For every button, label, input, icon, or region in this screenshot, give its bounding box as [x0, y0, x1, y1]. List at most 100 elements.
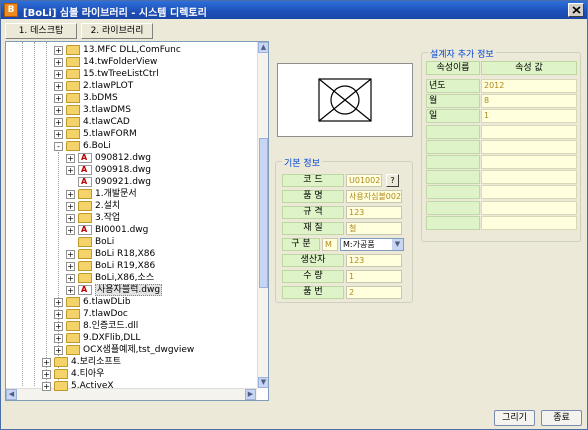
expand-icon[interactable]: +: [54, 310, 63, 319]
tree-item-folder[interactable]: +2.tlawPLOT: [6, 80, 256, 92]
tab-library[interactable]: 2. 라이브러리: [81, 23, 153, 39]
qty-field[interactable]: 1: [346, 270, 402, 283]
expand-icon[interactable]: +: [66, 274, 75, 283]
close-button[interactable]: [568, 3, 584, 17]
tree-item-folder[interactable]: +4.티아우: [6, 368, 256, 380]
tree-item-drawing[interactable]: 090921.dwg: [6, 176, 256, 188]
expand-icon[interactable]: +: [66, 262, 75, 271]
expand-icon[interactable]: +: [66, 154, 75, 163]
tree-item-folder[interactable]: +4.tlawCAD: [6, 116, 256, 128]
class-select[interactable]: M:가공품 ▼: [340, 238, 404, 251]
scroll-down-button[interactable]: ▼: [258, 377, 268, 388]
expand-icon[interactable]: +: [54, 46, 63, 55]
property-value-cell[interactable]: [481, 139, 577, 154]
collapse-icon[interactable]: -: [54, 142, 63, 151]
tree-item-folder[interactable]: +15.twTreeListCtrl: [6, 68, 256, 80]
exit-button[interactable]: 종료: [541, 410, 582, 426]
tree-item-folder[interactable]: +2.설치: [6, 200, 256, 212]
tree-item-label: OCX샘플예제,tst_dwgview: [83, 345, 195, 355]
expand-icon[interactable]: +: [54, 118, 63, 127]
property-value-cell[interactable]: 8: [481, 94, 577, 109]
property-value-cell[interactable]: [481, 200, 577, 215]
property-value-cell[interactable]: [481, 215, 577, 230]
expand-icon[interactable]: +: [54, 322, 63, 331]
property-name-cell[interactable]: 일: [426, 109, 480, 124]
tree-item-folder[interactable]: +13.MFC DLL,ComFunc: [6, 44, 256, 56]
tree-item-folder[interactable]: +14.twFolderView: [6, 56, 256, 68]
tree-item-folder[interactable]: +9.DXFlib,DLL: [6, 332, 256, 344]
expand-icon[interactable]: +: [54, 70, 63, 79]
tree-vertical-scrollbar[interactable]: ▲ ▼: [257, 42, 268, 388]
tree-item-drawing[interactable]: + BI0001.dwg: [6, 224, 256, 236]
class-code-field[interactable]: M: [322, 238, 338, 251]
property-value-cell[interactable]: 2012: [481, 79, 577, 93]
chevron-down-icon[interactable]: ▼: [392, 239, 403, 250]
expand-icon[interactable]: +: [54, 130, 63, 139]
material-field[interactable]: 철: [346, 222, 402, 235]
tree-item-folder[interactable]: +3.작업: [6, 212, 256, 224]
property-name-cell[interactable]: [426, 170, 480, 185]
tree-item-folder[interactable]: + BoLi R18,X86: [6, 248, 256, 260]
expand-icon[interactable]: +: [54, 298, 63, 307]
expand-icon[interactable]: +: [66, 190, 75, 199]
folder-icon: [66, 129, 80, 139]
expand-icon[interactable]: +: [54, 346, 63, 355]
code-field[interactable]: U01002: [346, 174, 382, 187]
property-name-cell[interactable]: [426, 139, 480, 154]
code-lookup-button[interactable]: ?: [386, 174, 399, 187]
tree-item-folder[interactable]: +3.bDMS: [6, 92, 256, 104]
tab-desktop[interactable]: 1. 데스크탑: [5, 23, 77, 39]
tree-item-folder[interactable]: + BoLi R19,X86: [6, 260, 256, 272]
expand-icon[interactable]: +: [54, 58, 63, 67]
tree-item-drawing[interactable]: + 사용자블럭.dwg: [6, 284, 256, 296]
expand-icon[interactable]: +: [66, 166, 75, 175]
expand-icon[interactable]: +: [54, 106, 63, 115]
tree-item-folder[interactable]: +1.개발문서: [6, 188, 256, 200]
expand-icon[interactable]: +: [66, 202, 75, 211]
tree-item-folder[interactable]: + OCX샘플예제,tst_dwgview: [6, 344, 256, 356]
property-value-cell[interactable]: [481, 155, 577, 169]
property-value-cell[interactable]: 1: [481, 109, 577, 124]
expand-icon[interactable]: +: [42, 358, 51, 367]
expand-icon[interactable]: +: [54, 94, 63, 103]
draw-button[interactable]: 그리기: [494, 410, 535, 426]
scroll-up-button[interactable]: ▲: [258, 42, 268, 53]
spec-field[interactable]: 123: [346, 206, 402, 219]
expand-icon[interactable]: +: [54, 82, 63, 91]
property-name-cell[interactable]: [426, 215, 480, 230]
tree-item-folder[interactable]: +6.tlawDLib: [6, 296, 256, 308]
property-name-cell[interactable]: [426, 124, 480, 139]
tree-item-folder[interactable]: +5.tlawFORM: [6, 128, 256, 140]
scroll-thumb[interactable]: [259, 138, 268, 288]
property-name-cell[interactable]: [426, 200, 480, 215]
tree-item-folder[interactable]: BoLi: [6, 236, 256, 248]
property-value-cell[interactable]: [481, 185, 577, 200]
title-bar[interactable]: B [BoLi] 심볼 라이브러리 - 시스템 디렉토리: [1, 1, 587, 19]
expand-icon[interactable]: +: [66, 226, 75, 235]
property-name-cell[interactable]: [426, 185, 480, 200]
expand-icon[interactable]: +: [42, 382, 51, 391]
property-name-cell[interactable]: 월: [426, 94, 480, 109]
tree-item-folder[interactable]: +4.보리소프트: [6, 356, 256, 368]
expand-icon[interactable]: +: [54, 334, 63, 343]
tree-item-folder[interactable]: +3.tlawDMS: [6, 104, 256, 116]
part-no-field[interactable]: 2: [346, 286, 402, 299]
property-value-cell[interactable]: [481, 124, 577, 139]
maker-field[interactable]: 123: [346, 254, 402, 267]
tree-item-folder[interactable]: +8.인증코드.dll: [6, 320, 256, 332]
tree-item-drawing[interactable]: +090812.dwg: [6, 152, 256, 164]
tree-item-folder[interactable]: +5.ActiveX: [6, 380, 256, 392]
tree-item-folder[interactable]: +7.tlawDoc: [6, 308, 256, 320]
expand-icon[interactable]: +: [66, 214, 75, 223]
folder-tree[interactable]: ▲ ▼ ◀ ▶ +13.MFC DLL,ComFunc +14.twFolderV…: [5, 41, 269, 401]
property-name-cell[interactable]: [426, 155, 480, 169]
tree-item-drawing[interactable]: +090918.dwg: [6, 164, 256, 176]
expand-icon[interactable]: +: [66, 250, 75, 259]
name-field[interactable]: 사용자심볼002: [346, 190, 402, 203]
property-value-cell[interactable]: [481, 170, 577, 185]
expand-icon[interactable]: +: [66, 286, 75, 295]
tree-item-folder[interactable]: - 6.BoLi: [6, 140, 256, 152]
expand-icon[interactable]: +: [42, 370, 51, 379]
property-name-cell[interactable]: 년도: [426, 79, 480, 93]
tree-item-folder[interactable]: + BoLi,X86,소스: [6, 272, 256, 284]
